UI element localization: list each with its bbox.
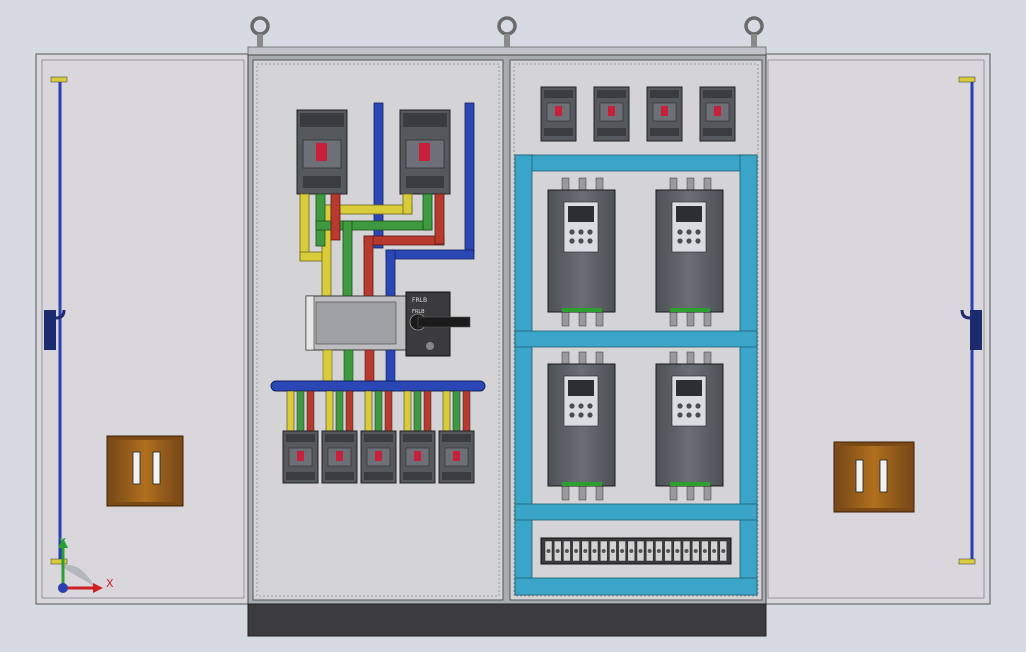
main-breaker[interactable]: [399, 109, 451, 195]
isolator-label: FRLB: [412, 297, 427, 304]
right-door[interactable]: [761, 53, 991, 605]
keypad-display-icon: [563, 201, 599, 253]
left-door[interactable]: [35, 53, 251, 605]
y-axis-label: Y: [58, 536, 66, 549]
electrical-cabinet-drawing: FRLB FRLB X Y: [0, 0, 1026, 652]
soft-starter[interactable]: [655, 351, 724, 501]
keypad-display-icon: [563, 375, 599, 427]
main-breaker[interactable]: [296, 109, 348, 195]
control-breaker[interactable]: [593, 86, 630, 142]
soft-starter[interactable]: [547, 351, 616, 501]
door-lock-icon[interactable]: [106, 435, 184, 507]
keypad-display-icon: [671, 201, 707, 253]
feeder-breaker[interactable]: [360, 390, 397, 484]
distribution-bar: [270, 380, 486, 392]
soft-starter[interactable]: [547, 177, 616, 327]
isolator-switch[interactable]: FRLB FRLB: [305, 291, 471, 357]
feeder-group: [282, 390, 475, 484]
plinth: [247, 603, 767, 637]
feeder-breaker[interactable]: [399, 390, 436, 484]
terminal-block: [540, 537, 732, 565]
feeder-breaker[interactable]: [438, 390, 475, 484]
soft-starter[interactable]: [655, 177, 724, 327]
door-lock-icon[interactable]: [833, 441, 915, 513]
control-breaker[interactable]: [699, 86, 736, 142]
feeder-breaker[interactable]: [321, 390, 358, 484]
x-axis-label: X: [106, 577, 114, 590]
keypad-display-icon: [671, 375, 707, 427]
control-breaker[interactable]: [646, 86, 683, 142]
control-breaker[interactable]: [540, 86, 577, 142]
feeder-breaker[interactable]: [282, 390, 319, 484]
